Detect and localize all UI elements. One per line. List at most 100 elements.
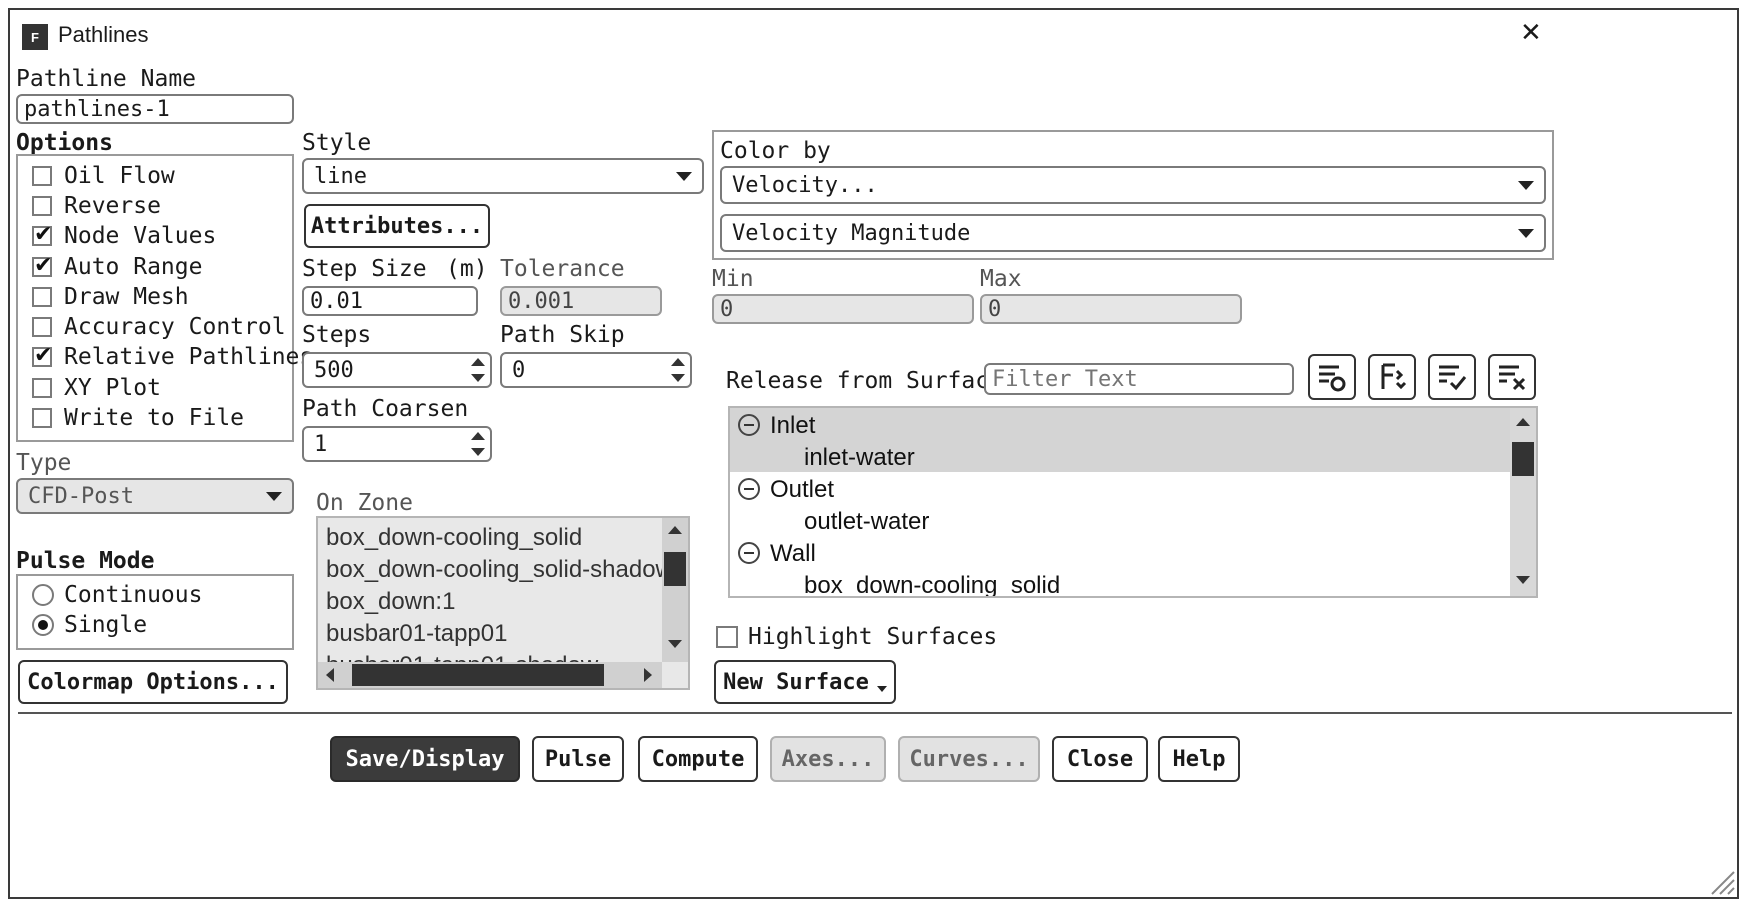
collapse-icon[interactable] <box>738 478 760 500</box>
continuous-radio[interactable] <box>32 584 54 606</box>
oil-flow-label: Oil Flow <box>64 163 175 189</box>
resize-grip-icon[interactable] <box>1708 868 1736 896</box>
steps-label: Steps <box>302 322 372 348</box>
accuracy-control-label: Accuracy Control <box>64 314 286 340</box>
on-zone-list[interactable]: box_down-cooling_solid box_down-cooling_… <box>316 516 690 690</box>
collapse-icon[interactable] <box>738 414 760 436</box>
list-item[interactable]: busbar01-tapp01 <box>326 620 507 648</box>
max-label: Max <box>980 266 1022 292</box>
min-label: Min <box>712 266 754 292</box>
attributes-button[interactable]: Attributes... <box>304 204 490 248</box>
scroll-right-icon[interactable] <box>644 668 652 682</box>
scroll-down-icon[interactable] <box>668 640 682 648</box>
scroll-left-icon[interactable] <box>326 668 334 682</box>
path-skip-label: Path Skip <box>500 322 625 348</box>
node-values-checkbox[interactable] <box>32 222 52 247</box>
single-label: Single <box>64 612 148 638</box>
auto-range-checkbox[interactable] <box>32 253 52 278</box>
vscroll-thumb[interactable] <box>1512 442 1534 476</box>
type-select[interactable]: CFD-Post <box>16 478 294 514</box>
tree-group-inlet[interactable]: Inlet <box>770 412 815 440</box>
new-surface-button[interactable]: New Surface <box>714 660 896 704</box>
list-item[interactable]: box_down:1 <box>326 588 455 616</box>
group-sort-icon <box>1381 363 1407 390</box>
continuous-label: Continuous <box>64 582 203 608</box>
pulse-button[interactable]: Pulse <box>532 736 624 782</box>
on-zone-hscrollbar[interactable] <box>318 662 662 688</box>
pathline-name-label: Pathline Name <box>16 66 197 92</box>
list-item[interactable]: box_down-cooling_solid <box>326 524 582 552</box>
type-value: CFD-Post <box>28 483 134 509</box>
highlight-surfaces-label: Highlight Surfaces <box>748 624 998 650</box>
single-radio[interactable] <box>32 614 54 636</box>
pathline-name-value: pathlines-1 <box>24 96 170 122</box>
tree-item-outlet-water[interactable]: outlet-water <box>804 508 929 536</box>
spin-up-icon[interactable] <box>671 358 685 366</box>
spin-up-icon[interactable] <box>471 358 485 366</box>
tolerance-input: 0.001 <box>500 286 662 316</box>
filter-options-button[interactable] <box>1308 354 1356 400</box>
accuracy-control-checkbox[interactable] <box>32 317 52 337</box>
steps-spinner[interactable] <box>470 358 486 382</box>
color-by-component-value: Velocity Magnitude <box>732 220 971 246</box>
help-button[interactable]: Help <box>1158 736 1240 782</box>
tree-group-outlet[interactable]: Outlet <box>770 476 834 504</box>
axes-button: Axes... <box>770 736 886 782</box>
scroll-up-icon[interactable] <box>1516 418 1530 426</box>
chevron-down-icon <box>1518 180 1534 190</box>
reverse-label: Reverse <box>64 193 161 219</box>
close-icon[interactable]: ✕ <box>1520 18 1542 48</box>
style-value: line <box>314 163 367 189</box>
select-all-button[interactable] <box>1428 354 1476 400</box>
vscroll-thumb[interactable] <box>664 552 686 586</box>
tree-group-wall[interactable]: Wall <box>770 540 816 568</box>
scroll-up-icon[interactable] <box>668 526 682 534</box>
write-to-file-label: Write to File <box>64 405 245 431</box>
on-zone-vscrollbar[interactable] <box>662 518 688 662</box>
compute-button[interactable]: Compute <box>638 736 758 782</box>
style-select[interactable]: line <box>302 158 704 194</box>
surfaces-tree[interactable]: Inlet inlet-water Outlet outlet-water Wa… <box>728 406 1538 598</box>
chevron-down-icon <box>266 491 282 501</box>
spin-down-icon[interactable] <box>471 374 485 382</box>
pathline-name-input[interactable]: pathlines-1 <box>16 94 294 124</box>
oil-flow-checkbox[interactable] <box>32 166 52 186</box>
scroll-down-icon[interactable] <box>1516 576 1530 584</box>
tree-item-box-down-cooling-solid[interactable]: box_down-cooling_solid <box>804 572 1060 596</box>
spin-down-icon[interactable] <box>471 448 485 456</box>
surfaces-vscrollbar[interactable] <box>1510 408 1536 596</box>
path-skip-stepper[interactable]: 0 <box>500 352 692 388</box>
list-item[interactable]: box_down-cooling_solid-shadow <box>326 556 673 584</box>
colormap-options-button[interactable]: Colormap Options... <box>18 660 288 704</box>
new-surface-label: New Surface <box>723 669 869 695</box>
close-button[interactable]: Close <box>1052 736 1148 782</box>
app-icon: F <box>22 24 48 50</box>
pathlines-dialog: F Pathlines ✕ Pathline Name pathlines-1 … <box>8 8 1739 899</box>
deselect-all-icon <box>1499 365 1526 391</box>
spin-down-icon[interactable] <box>671 374 685 382</box>
save-display-button[interactable]: Save/Display <box>330 736 520 782</box>
reverse-checkbox[interactable] <box>32 196 52 216</box>
path-coarsen-spinner[interactable] <box>470 432 486 456</box>
path-skip-spinner[interactable] <box>670 358 686 382</box>
color-by-component-select[interactable]: Velocity Magnitude <box>720 214 1546 252</box>
group-sort-button[interactable] <box>1368 354 1416 400</box>
collapse-icon[interactable] <box>738 542 760 564</box>
draw-mesh-checkbox[interactable] <box>32 287 52 307</box>
style-label: Style <box>302 130 372 156</box>
path-coarsen-stepper[interactable]: 1 <box>302 426 492 462</box>
deselect-all-button[interactable] <box>1488 354 1536 400</box>
chevron-down-icon <box>676 171 692 181</box>
color-by-field-select[interactable]: Velocity... <box>720 166 1546 204</box>
color-by-label: Color by <box>720 138 831 164</box>
highlight-surfaces-checkbox[interactable] <box>716 626 738 648</box>
tree-item-inlet-water[interactable]: inlet-water <box>804 444 915 472</box>
relative-pathlines-checkbox[interactable] <box>32 343 52 368</box>
surface-filter-input[interactable] <box>984 363 1294 395</box>
xy-plot-checkbox[interactable] <box>32 378 52 398</box>
write-to-file-checkbox[interactable] <box>32 408 52 428</box>
spin-up-icon[interactable] <box>471 432 485 440</box>
steps-stepper[interactable]: 500 <box>302 352 492 388</box>
hscroll-thumb[interactable] <box>352 664 604 686</box>
step-size-input[interactable]: 0.01 <box>302 286 478 316</box>
